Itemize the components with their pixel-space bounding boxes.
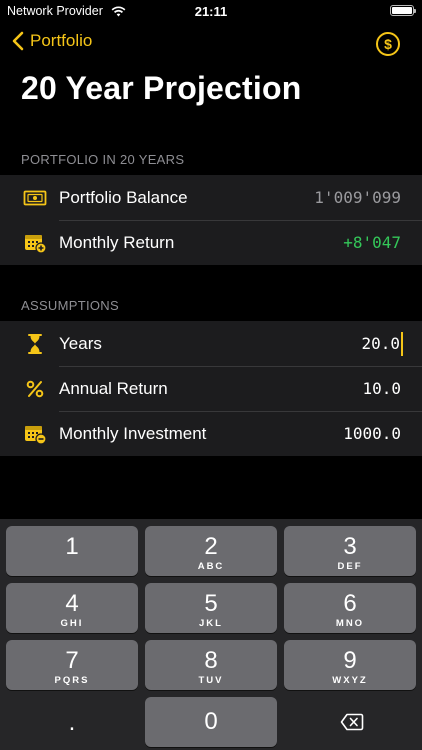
key-8[interactable]: 8 TUV [145,640,277,690]
key-9[interactable]: 9 WXYZ [284,640,416,690]
page-title: 20 Year Projection [21,70,302,106]
status-bar: Network Provider 21:11 [0,0,422,22]
portfolio-balance-value: 1'009'099 [314,188,401,207]
backspace-icon [340,713,364,731]
percent-icon [23,377,47,401]
portfolio-balance-row: Portfolio Balance 1'009'099 [0,175,422,220]
key-3[interactable]: 3 DEF [284,526,416,576]
key-decimal[interactable]: . [6,697,138,747]
key-0[interactable]: 0 [145,697,277,747]
key-delete[interactable] [284,697,416,747]
monthly-return-label: Monthly Return [59,232,175,252]
monthly-investment-label: Monthly Investment [59,423,207,443]
years-label: Years [59,333,102,353]
annual-return-label: Annual Return [59,378,168,398]
portfolio-group: Portfolio Balance 1'009'099 Monthly Retu… [0,175,422,265]
annual-return-input[interactable]: 10.0 [362,379,401,398]
key-7[interactable]: 7 PQRS [6,640,138,690]
key-4[interactable]: 4 GHI [6,583,138,633]
portfolio-balance-label: Portfolio Balance [59,187,188,207]
key-2[interactable]: 2 ABC [145,526,277,576]
calendar-plus-icon [23,231,47,255]
monthly-investment-input[interactable]: 1000.0 [343,424,401,443]
monthly-investment-row[interactable]: Monthly Investment 1000.0 [0,411,422,456]
monthly-return-value: +8'047 [343,233,401,252]
dollar-button[interactable]: $ [376,32,400,56]
section-header-assumptions: ASSUMPTIONS [21,298,119,313]
status-time: 21:11 [194,4,228,19]
dollar-icon: $ [384,36,392,52]
text-cursor [401,332,403,356]
years-input[interactable]: 20.0 [361,334,400,353]
chevron-left-icon [12,31,24,51]
section-header-portfolio: PORTFOLIO IN 20 YEARS [21,152,185,167]
key-6[interactable]: 6 MNO [284,583,416,633]
annual-return-row[interactable]: Annual Return 10.0 [0,366,422,411]
calendar-minus-icon [23,422,47,446]
hourglass-icon [23,332,47,356]
key-5[interactable]: 5 JKL [145,583,277,633]
assumptions-group: Years 20.0 Annual Return 10.0 Monthly In… [0,321,422,456]
battery-icon [390,5,416,16]
banknote-icon [23,186,47,210]
navigation-bar: Portfolio $ [0,30,422,58]
back-label: Portfolio [30,31,93,50]
years-row[interactable]: Years 20.0 [0,321,422,366]
key-1[interactable]: 1 [6,526,138,576]
numeric-keypad: 1 2 ABC 3 DEF 4 GHI 5 JKL 6 MNO 7 PQRS 8 TUV 9W… [0,519,422,750]
back-button[interactable]: Portfolio [12,31,92,51]
monthly-return-row: Monthly Return +8'047 [0,220,422,265]
